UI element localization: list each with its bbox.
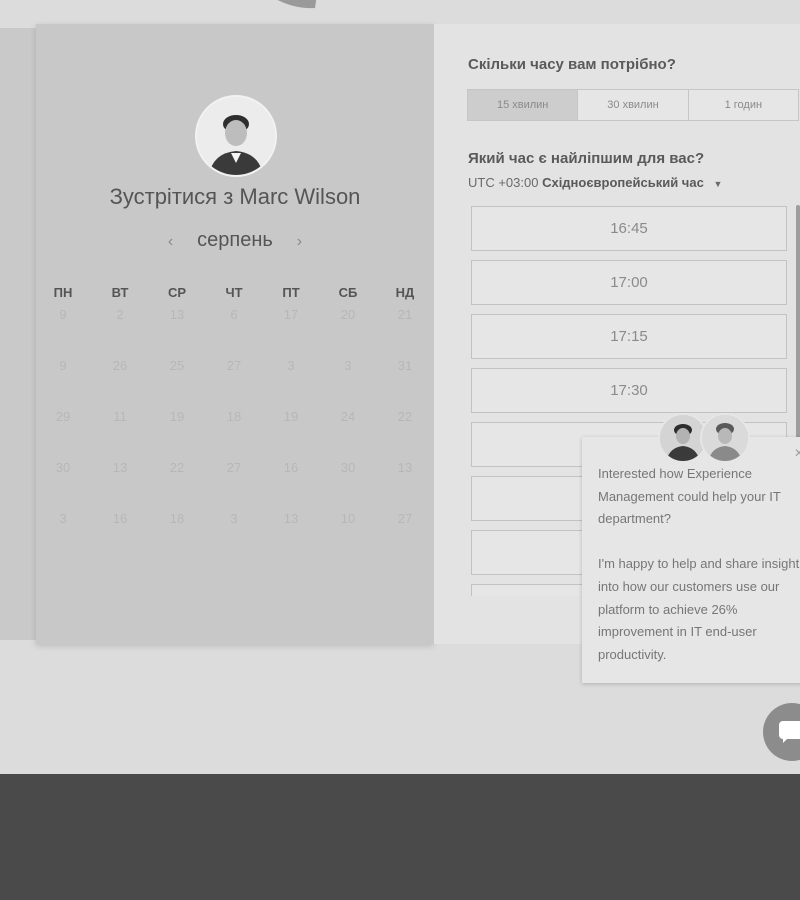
chat-message-intro: Interested how Experience Management cou…	[598, 466, 781, 527]
weekday-label: ПН	[53, 285, 73, 300]
logo-swoosh-icon	[277, 0, 317, 9]
agent-avatar	[700, 413, 750, 463]
chat-bubble-tail	[783, 737, 789, 743]
duration-option-15[interactable]: 15 хвилин	[468, 90, 579, 120]
calendar-day[interactable]: 17	[271, 307, 311, 322]
weekday-label: ЧТ	[225, 285, 243, 300]
calendar-day[interactable]: 6	[214, 307, 254, 322]
chat-message: Interested how Experience Management cou…	[598, 463, 800, 689]
calendar-day[interactable]: 22	[157, 460, 197, 475]
calendar-day[interactable]: 22	[385, 409, 425, 424]
calendar-week: 30 13 22 27 16 30 13	[36, 460, 434, 476]
chevron-right-icon[interactable]: ›	[290, 233, 308, 251]
duration-question: Скільки часу вам потрібно?	[468, 56, 676, 73]
calendar-day[interactable]: 18	[157, 511, 197, 526]
calendar-day[interactable]: 3	[214, 511, 254, 526]
calendar-day[interactable]: 27	[214, 358, 254, 373]
weekday-header: ПН ВТ СР ЧТ ПТ СБ НД	[36, 285, 434, 301]
time-slot[interactable]: 17:30	[471, 368, 787, 413]
calendar-week: 9 26 25 27 3 3 31	[36, 358, 434, 374]
calendar-day[interactable]: 11	[100, 409, 140, 424]
calendar-day[interactable]: 2	[100, 307, 140, 322]
calendar-day[interactable]: 30	[328, 460, 368, 475]
chat-popup: Interested how Experience Management cou…	[582, 437, 800, 683]
calendar-day[interactable]: 9	[43, 307, 83, 322]
calendar-day[interactable]: 3	[271, 358, 311, 373]
month-navigator: ‹ серпень ›	[36, 229, 434, 252]
close-icon[interactable]: ✕	[794, 446, 800, 460]
calendar-day[interactable]: 9	[43, 358, 83, 373]
weekday-label: ПТ	[282, 285, 300, 300]
calendar-day[interactable]: 20	[328, 307, 368, 322]
page-background: Зустрітися з Marc Wilson ‹ серпень › ПН …	[0, 0, 800, 774]
calendar-day[interactable]: 25	[157, 358, 197, 373]
weekday-label: СБ	[338, 285, 358, 300]
calendar-day[interactable]: 31	[385, 358, 425, 373]
calendar-day[interactable]: 29	[43, 409, 83, 424]
calendar-day[interactable]: 19	[157, 409, 197, 424]
calendar-day[interactable]: 21	[385, 307, 425, 322]
calendar-day[interactable]: 16	[271, 460, 311, 475]
weekday-label: НД	[395, 285, 415, 300]
calendar-day[interactable]: 3	[328, 358, 368, 373]
calendar-day[interactable]: 3	[43, 511, 83, 526]
timezone-offset: UTC +03:00	[468, 175, 539, 190]
calendar-day[interactable]: 13	[385, 460, 425, 475]
timezone-name: Східноєвропейський час	[542, 175, 704, 190]
month-label: серпень	[197, 229, 273, 251]
background-panel	[0, 28, 38, 640]
duration-selector: 15 хвилин 30 хвилин 1 годин	[467, 89, 799, 121]
weekday-label: СР	[167, 285, 187, 300]
weekday-label: ВТ	[111, 285, 129, 300]
calendar-day[interactable]: 26	[100, 358, 140, 373]
slot-list-scrollbar[interactable]	[796, 205, 800, 445]
calendar-day[interactable]: 27	[385, 511, 425, 526]
meeting-title: Зустрітися з Marc Wilson	[109, 184, 361, 209]
time-slot[interactable]: 17:15	[471, 314, 787, 359]
caret-down-icon: ▼	[713, 179, 723, 189]
duration-option-30[interactable]: 30 хвилин	[578, 90, 689, 120]
chat-message-body: I'm happy to help and share insight into…	[598, 556, 800, 662]
chat-agent-avatars	[658, 413, 750, 463]
chevron-left-icon[interactable]: ‹	[162, 233, 180, 251]
calendar-day[interactable]: 16	[100, 511, 140, 526]
time-question: Який час є найліпшим для вас?	[468, 150, 705, 167]
calendar-day[interactable]: 10	[328, 511, 368, 526]
footer-band	[0, 774, 800, 900]
calendar-week: 9 2 13 6 17 20 21	[36, 307, 434, 323]
time-slot[interactable]: 17:00	[471, 260, 787, 305]
chat-launcher-button[interactable]	[763, 703, 800, 761]
calendar-day[interactable]: 13	[157, 307, 197, 322]
host-avatar	[195, 95, 277, 177]
calendar-day[interactable]: 13	[271, 511, 311, 526]
calendar-day[interactable]: 24	[328, 409, 368, 424]
calendar-day[interactable]: 27	[214, 460, 254, 475]
calendar-day[interactable]: 13	[100, 460, 140, 475]
calendar-day[interactable]: 18	[214, 409, 254, 424]
calendar-week: 3 16 18 3 13 10 27	[36, 511, 434, 527]
timezone-dropdown[interactable]: UTC +03:00 Східноєвропейський час ▼	[468, 175, 722, 190]
calendar-day[interactable]: 19	[271, 409, 311, 424]
calendar-day[interactable]: 30	[43, 460, 83, 475]
duration-option-60[interactable]: 1 годин	[689, 90, 798, 120]
calendar-week: 29 11 19 18 19 24 22	[36, 409, 434, 425]
time-slot[interactable]: 16:45	[471, 206, 787, 251]
